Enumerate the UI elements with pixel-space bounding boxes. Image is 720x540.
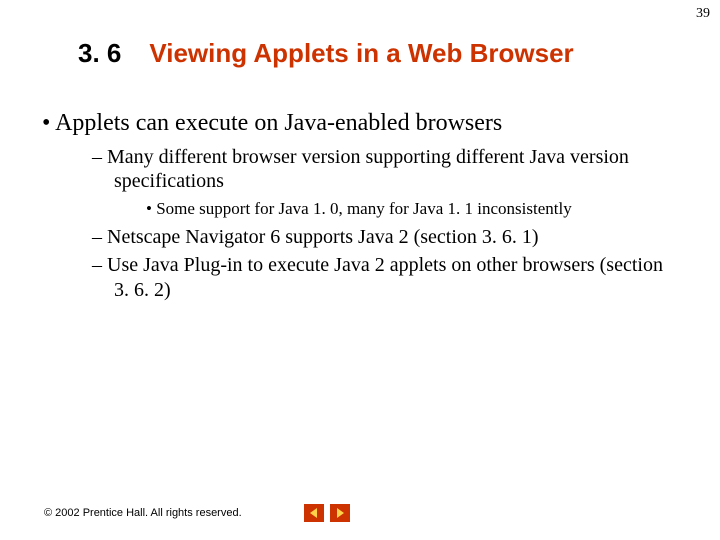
nav-arrows (304, 504, 350, 522)
next-arrow-button[interactable] (330, 504, 350, 522)
prev-arrow-button[interactable] (304, 504, 324, 522)
page-number: 39 (696, 6, 710, 22)
bullet-level-2: Use Java Plug-in to execute Java 2 apple… (92, 253, 680, 302)
bullet-level-3: Some support for Java 1. 0, many for Jav… (146, 198, 680, 219)
slide-body: Applets can execute on Java-enabled brow… (42, 110, 680, 306)
bullet-level-2: Many different browser version supportin… (92, 145, 680, 194)
arrow-right-icon (334, 507, 346, 519)
bullet-level-1: Applets can execute on Java-enabled brow… (42, 110, 680, 137)
slide-footer: © 2002 Prentice Hall. All rights reserve… (44, 504, 350, 522)
copyright-text: © 2002 Prentice Hall. All rights reserve… (44, 507, 242, 519)
section-title: Viewing Applets in a Web Browser (149, 38, 573, 69)
bullet-level-2: Netscape Navigator 6 supports Java 2 (se… (92, 225, 680, 249)
section-number: 3. 6 (78, 38, 121, 69)
slide-title-row: 3. 6 Viewing Applets in a Web Browser (78, 38, 680, 69)
arrow-left-icon (308, 507, 320, 519)
